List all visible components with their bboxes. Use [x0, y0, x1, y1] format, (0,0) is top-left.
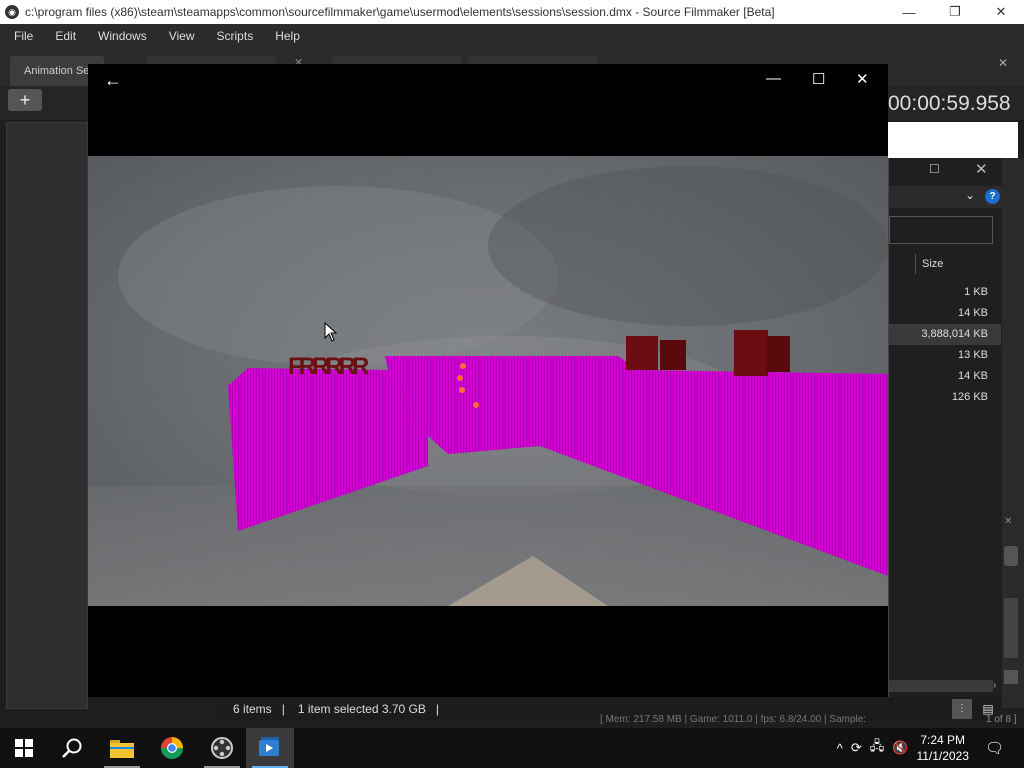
particle — [457, 375, 463, 381]
status-separator: | — [435, 702, 440, 716]
search-icon — [62, 738, 82, 758]
red-cube — [766, 336, 790, 372]
taskbar-file-explorer[interactable] — [98, 728, 146, 768]
close-icon[interactable]: ✕ — [1004, 516, 1012, 527]
explorer-close-icon[interactable]: ✕ — [975, 160, 988, 178]
size-column-header[interactable]: Size — [915, 254, 1003, 274]
menu-windows[interactable]: Windows — [84, 29, 155, 43]
viewport-strip — [888, 122, 1018, 158]
minimize-button[interactable]: — — [886, 0, 932, 24]
media-player-icon — [259, 737, 279, 756]
timecode-display: 00:00:59.958 — [888, 92, 1011, 115]
file-row[interactable]: 14 KB — [889, 303, 1001, 324]
taskbar-chrome[interactable] — [148, 728, 196, 768]
explorer-maximize-icon[interactable]: ☐ — [929, 162, 940, 176]
notifications-icon[interactable]: 🗨 — [985, 739, 1004, 757]
horizontal-scrollbar[interactable] — [889, 680, 993, 692]
panel-close-icon[interactable]: ✕ — [998, 56, 1008, 70]
red-cube — [626, 336, 658, 370]
file-list: 1 KB 14 KB 3,888,014 KB 13 KB 14 KB 126 … — [889, 282, 1001, 408]
add-animation-set-button[interactable]: + — [8, 89, 42, 111]
red-cube — [734, 330, 768, 376]
volume-muted-icon[interactable]: 🔇 — [892, 740, 908, 756]
folder-icon — [110, 740, 134, 758]
details-view-icon[interactable]: ⋮ — [952, 699, 972, 719]
file-row[interactable]: 1 KB — [889, 282, 1001, 303]
system-tray: ^ ⟳ 🖧 🔇 7:24 PM 11/1/2023 🗨 — [833, 728, 1024, 768]
selection-info: 1 item selected 3.70 GB — [297, 702, 426, 716]
player-minimize-icon[interactable]: — — [766, 70, 781, 87]
file-explorer-window: ☐ ✕ ⌄ ? Size 1 KB 14 KB 3,888,014 KB 13 … — [888, 158, 1003, 698]
update-icon[interactable]: ⟳ — [851, 740, 862, 756]
menu-scripts[interactable]: Scripts — [203, 29, 262, 43]
red-cube — [660, 340, 686, 370]
menu-edit[interactable]: Edit — [41, 29, 84, 43]
particle — [459, 387, 465, 393]
window-title: c:\program files (x86)\steam\steamapps\c… — [25, 5, 775, 19]
restore-button[interactable]: ❐ — [932, 0, 978, 24]
menu-help[interactable]: Help — [261, 29, 308, 43]
file-row[interactable]: 14 KB — [889, 366, 1001, 387]
search-button[interactable] — [48, 728, 96, 768]
chrome-icon — [161, 737, 183, 759]
search-input[interactable] — [889, 216, 993, 244]
taskbar-sfm[interactable] — [198, 728, 246, 768]
clock[interactable]: 7:24 PM 11/1/2023 — [916, 732, 969, 764]
start-button[interactable] — [0, 728, 48, 768]
player-maximize-icon[interactable]: ☐ — [812, 70, 825, 88]
panel-button[interactable] — [1004, 670, 1018, 684]
file-row[interactable]: 126 KB — [889, 387, 1001, 408]
sfm-status-sample: 1 of 8 ] — [986, 714, 1017, 725]
rendered-scene: FRRRRR — [88, 156, 888, 606]
item-count: 6 items — [233, 702, 272, 716]
help-icon[interactable]: ? — [985, 189, 1000, 204]
file-row-selected[interactable]: 3,888,014 KB — [889, 324, 1001, 345]
chevron-up-icon[interactable]: ^ — [837, 741, 843, 756]
player-close-icon[interactable]: ✕ — [856, 70, 869, 88]
mouse-cursor-icon — [324, 321, 338, 345]
taskbar-media-player[interactable] — [246, 728, 294, 768]
menu-bar: File Edit Windows View Scripts Help — [0, 24, 1024, 48]
clock-time: 7:24 PM — [920, 733, 966, 747]
film-reel-icon — [211, 737, 233, 759]
chevron-down-icon[interactable]: ⌄ — [965, 188, 975, 202]
taskbar: ^ ⟳ 🖧 🔇 7:24 PM 11/1/2023 🗨 — [0, 728, 1024, 768]
particle — [460, 363, 466, 369]
svg-text:FRRRRR: FRRRRR — [288, 353, 369, 380]
network-icon[interactable]: 🖧 — [870, 737, 885, 759]
sfm-right-panel: ✕ — [1002, 158, 1024, 708]
close-button[interactable]: ✕ — [978, 0, 1024, 24]
menu-file[interactable]: File — [0, 29, 41, 43]
vertical-scrollbar[interactable] — [1004, 598, 1018, 658]
panel-button[interactable] — [1004, 546, 1018, 566]
red-text-prop: FRRRRR — [288, 353, 373, 380]
file-row[interactable]: 13 KB — [889, 345, 1001, 366]
animation-set-panel — [6, 122, 88, 709]
video-frame[interactable]: FRRRRR — [88, 156, 888, 606]
status-separator: | — [281, 702, 285, 716]
particle — [473, 402, 479, 408]
sfm-app-icon: ◉ — [5, 5, 19, 19]
sfm-status-text: [ Mem: 217.58 MB | Game: 1011.0 | fps: 6… — [600, 714, 867, 725]
menu-view[interactable]: View — [155, 29, 203, 43]
media-player-window: ← — ☐ ✕ FRRRRR — [88, 64, 888, 697]
scroll-right-icon[interactable]: › — [993, 680, 996, 691]
windows-icon — [15, 739, 33, 757]
title-bar: ◉ c:\program files (x86)\steam\steamapps… — [0, 0, 1024, 24]
clock-date: 11/1/2023 — [916, 749, 969, 763]
back-arrow-icon[interactable]: ← — [104, 70, 122, 91]
